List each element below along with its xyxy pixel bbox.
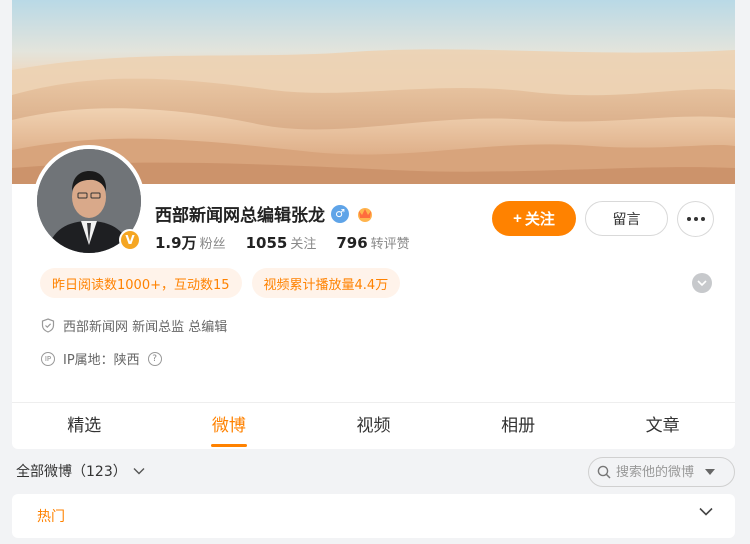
- stat-followers[interactable]: 1.9万 粉丝: [155, 232, 226, 253]
- ip-location: IP属地：陕西: [63, 353, 140, 368]
- follow-label: 关注: [524, 211, 555, 228]
- profile-name-row: 西部新闻网总编辑张龙 ♂: [155, 201, 375, 226]
- more-options-button[interactable]: [677, 201, 714, 237]
- shield-icon: [41, 318, 55, 333]
- tab-weibo[interactable]: 微博: [157, 403, 302, 449]
- ip-icon: IP: [41, 351, 55, 366]
- tab-articles[interactable]: 文章: [590, 403, 735, 449]
- achievement-tags: 昨日阅读数1000+，互动数15 视频累计播放量4.4万: [40, 268, 401, 298]
- weibo-search-box[interactable]: [588, 457, 735, 487]
- stat-following[interactable]: 1055 关注: [246, 233, 317, 252]
- more-dot-icon: [686, 217, 691, 221]
- stat-reposts-likes[interactable]: 796 转评赞: [336, 233, 409, 252]
- chevron-down-icon[interactable]: [699, 507, 713, 516]
- profile-card: V 西部新闻网总编辑张龙 ♂ 1.9万 粉丝 1055 关注 796 转评赞 + 关注…: [12, 0, 735, 449]
- profile-stats: 1.9万 粉丝 1055 关注 796 转评赞: [155, 232, 410, 253]
- tab-video[interactable]: 视频: [301, 403, 446, 449]
- more-dot-icon: [700, 217, 705, 221]
- plus-icon: +: [513, 210, 522, 227]
- tab-featured[interactable]: 精选: [12, 403, 157, 449]
- male-gender-icon: ♂: [331, 204, 349, 223]
- profile-tabs: 精选 微博 视频 相册 文章: [12, 403, 735, 449]
- profile-title: 西部新闻网 新闻总监 总编辑: [63, 320, 228, 335]
- tab-album[interactable]: 相册: [446, 403, 591, 449]
- ip-location-row: IP IP属地：陕西 ?: [41, 349, 162, 368]
- profile-title-row: 西部新闻网 新闻总监 总编辑: [41, 316, 227, 335]
- feed-filter-label: 全部微博（123）: [16, 464, 127, 480]
- feed-filter-dropdown[interactable]: 全部微博（123）: [16, 461, 145, 481]
- hot-section[interactable]: 热门: [12, 494, 735, 538]
- verified-badge-icon: V: [119, 229, 141, 251]
- profile-name: 西部新闻网总编辑张龙: [155, 206, 325, 226]
- weibo-search-input[interactable]: [616, 464, 700, 480]
- search-dropdown-icon[interactable]: [705, 469, 715, 475]
- search-icon: [597, 465, 611, 479]
- more-dot-icon: [693, 217, 698, 221]
- hot-label: 热门: [37, 509, 65, 525]
- message-button[interactable]: 留言: [585, 201, 668, 236]
- follow-button[interactable]: + 关注: [492, 201, 576, 236]
- tag-reading-stats[interactable]: 昨日阅读数1000+，互动数15: [40, 268, 242, 298]
- help-icon[interactable]: ?: [147, 351, 162, 366]
- avatar[interactable]: V: [33, 145, 145, 257]
- vip-crown-icon[interactable]: [355, 205, 375, 223]
- chevron-down-icon: [133, 468, 145, 475]
- expand-chevron-icon[interactable]: [692, 273, 712, 293]
- tag-video-plays[interactable]: 视频累计播放量4.4万: [251, 268, 401, 298]
